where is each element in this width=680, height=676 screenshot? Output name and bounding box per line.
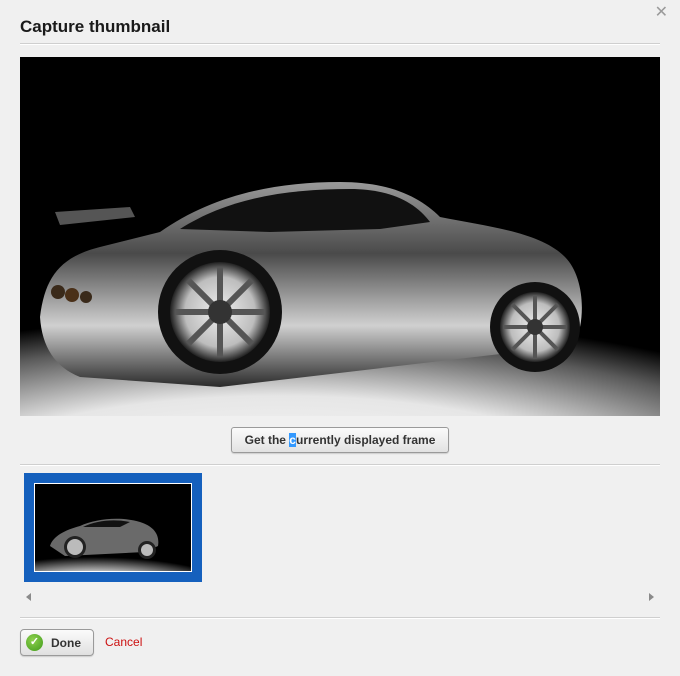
close-icon[interactable]: ✕ <box>655 5 668 21</box>
car-image <box>20 57 660 416</box>
title-divider <box>20 43 660 45</box>
done-button[interactable]: ✓ Done <box>20 629 94 656</box>
capture-frame-button[interactable]: Get the c urrently displayed frame <box>231 427 449 453</box>
dialog-title: Capture thumbnail <box>20 17 171 36</box>
check-icon: ✓ <box>26 634 43 651</box>
frame-preview <box>20 57 660 416</box>
section-divider <box>20 464 660 466</box>
scroll-left-icon[interactable] <box>26 593 31 601</box>
footer-divider <box>20 617 660 619</box>
cancel-link[interactable]: Cancel <box>105 635 142 649</box>
scroll-right-icon[interactable] <box>649 593 654 601</box>
text-selection: c <box>289 433 296 447</box>
thumbnail-image <box>34 483 192 572</box>
thumbnail-selected[interactable] <box>24 473 202 582</box>
capture-thumbnail-dialog: Capture thumbnail ✕ Get the c urrently d… <box>0 0 680 676</box>
thumbnail-car-image <box>35 484 191 571</box>
